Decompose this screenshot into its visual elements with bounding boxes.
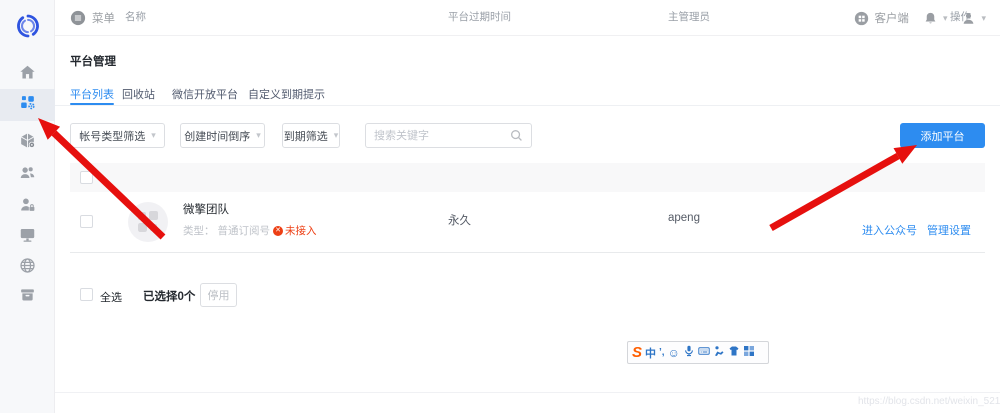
platform-type: 类型： 普通订阅号 ✕ 未接入 bbox=[183, 223, 317, 238]
column-header-admin: 主管理员 bbox=[668, 9, 710, 24]
chevron-down-icon: ▾ bbox=[943, 14, 948, 23]
sidebar-item-permissions[interactable] bbox=[0, 191, 55, 223]
bell-icon bbox=[923, 11, 938, 26]
status-label: 未接入 bbox=[285, 223, 317, 238]
column-header-ops: 操作 bbox=[950, 9, 971, 24]
column-header-name: 名称 bbox=[125, 9, 146, 24]
column-header-expire: 平台过期时间 bbox=[448, 9, 511, 24]
admin-value: apeng bbox=[668, 212, 700, 224]
chevron-down-icon: ▾ bbox=[256, 131, 261, 140]
user-lock-icon bbox=[18, 195, 37, 219]
notifications-button[interactable]: ▾ bbox=[923, 11, 948, 26]
search-icon[interactable] bbox=[510, 129, 523, 142]
menu-icon[interactable] bbox=[70, 10, 86, 26]
chevron-down-icon: ▾ bbox=[981, 14, 986, 23]
tab-custom-expiry-notice[interactable]: 自定义到期提示 bbox=[248, 86, 325, 102]
row-checkbox[interactable] bbox=[80, 215, 93, 228]
chevron-down-icon: ▾ bbox=[151, 131, 156, 140]
app-window: 菜单 客户端 ▾ ▾ 平台管理 平台列表 bbox=[0, 0, 1000, 413]
account-type-filter-dropdown[interactable]: 帐号类型筛选 ▾ bbox=[70, 123, 165, 148]
chinese-mode-icon[interactable]: 中 bbox=[645, 345, 656, 361]
header-checkbox[interactable] bbox=[80, 171, 93, 184]
type-prefix: 类型： bbox=[183, 223, 215, 238]
sidebar-item-home[interactable] bbox=[0, 59, 55, 91]
created-order-dropdown[interactable]: 创建时间倒序 ▾ bbox=[180, 123, 265, 148]
voice-icon[interactable] bbox=[683, 344, 695, 362]
store-box-icon bbox=[18, 285, 37, 309]
chevron-down-icon: ▾ bbox=[334, 131, 339, 140]
weiengine-logo-icon bbox=[14, 12, 42, 40]
handwriting-icon[interactable] bbox=[713, 344, 725, 362]
watermark-text: https://blog.csdn.net/weixin_521549 bbox=[858, 396, 1000, 407]
sidebar-item-users[interactable] bbox=[0, 159, 55, 191]
punctuation-icon[interactable]: ’, bbox=[659, 347, 665, 358]
sidebar-item-system[interactable] bbox=[0, 221, 55, 253]
sidebar-item-site[interactable] bbox=[0, 252, 55, 284]
footer-divider bbox=[55, 392, 1000, 393]
users-icon bbox=[18, 163, 37, 187]
apps-grid-icon bbox=[18, 93, 37, 117]
search-box bbox=[365, 123, 532, 148]
enter-account-link[interactable]: 进入公众号 bbox=[862, 222, 917, 238]
expiry-filter-dropdown[interactable]: 到期筛选 ▾ bbox=[282, 123, 340, 148]
skin-icon[interactable] bbox=[728, 344, 740, 362]
row-divider bbox=[70, 252, 985, 253]
status-badge: ✕ 未接入 bbox=[273, 223, 317, 238]
sidebar-item-platforms[interactable] bbox=[0, 89, 55, 121]
topbar: 菜单 客户端 ▾ ▾ bbox=[55, 0, 1000, 36]
client-label: 客户端 bbox=[874, 10, 909, 26]
tab-platform-list[interactable]: 平台列表 bbox=[70, 86, 114, 102]
selected-count: 已选择0个 bbox=[143, 288, 195, 304]
select-all-label[interactable]: 全选 bbox=[100, 289, 122, 305]
add-platform-button[interactable]: 添加平台 bbox=[900, 123, 985, 148]
tab-recycle-bin[interactable]: 回收站 bbox=[122, 86, 155, 102]
client-button[interactable]: 客户端 bbox=[854, 10, 909, 26]
search-input[interactable] bbox=[374, 125, 504, 146]
monitor-icon bbox=[18, 225, 37, 249]
toolbox-icon[interactable] bbox=[743, 344, 755, 362]
soft-keyboard-icon[interactable] bbox=[698, 344, 710, 362]
client-icon bbox=[854, 11, 869, 26]
expiry-filter-label: 到期筛选 bbox=[284, 128, 328, 144]
error-circle-icon: ✕ bbox=[273, 226, 283, 236]
account-type-filter-label: 帐号类型筛选 bbox=[79, 128, 145, 144]
sogou-logo-icon[interactable]: S bbox=[632, 345, 642, 360]
sidebar bbox=[0, 0, 55, 413]
home-icon bbox=[18, 63, 37, 87]
cube-gear-icon bbox=[18, 131, 37, 155]
select-all-checkbox[interactable] bbox=[80, 288, 93, 301]
table-header bbox=[70, 163, 985, 192]
manage-settings-link[interactable]: 管理设置 bbox=[927, 222, 971, 238]
sidebar-item-modules[interactable] bbox=[0, 127, 55, 159]
tab-wechat-open-platform[interactable]: 微信开放平台 bbox=[172, 86, 238, 102]
emoji-icon[interactable]: ☺ bbox=[668, 347, 680, 359]
expire-value: 永久 bbox=[448, 212, 471, 228]
globe-icon bbox=[18, 256, 37, 280]
page-title: 平台管理 bbox=[70, 53, 116, 69]
type-value: 普通订阅号 bbox=[218, 223, 271, 238]
platform-avatar bbox=[128, 202, 168, 242]
sidebar-item-appstore[interactable] bbox=[0, 281, 55, 313]
ime-toolbar: S 中 ’, ☺ bbox=[627, 341, 769, 364]
row-actions: 进入公众号 管理设置 bbox=[862, 222, 971, 238]
platform-name: 微擎团队 bbox=[183, 201, 229, 217]
disable-button[interactable]: 停用 bbox=[200, 283, 237, 307]
created-order-label: 创建时间倒序 bbox=[184, 128, 250, 144]
menu-label[interactable]: 菜单 bbox=[92, 10, 115, 26]
tab-bottom-border bbox=[55, 105, 1000, 106]
